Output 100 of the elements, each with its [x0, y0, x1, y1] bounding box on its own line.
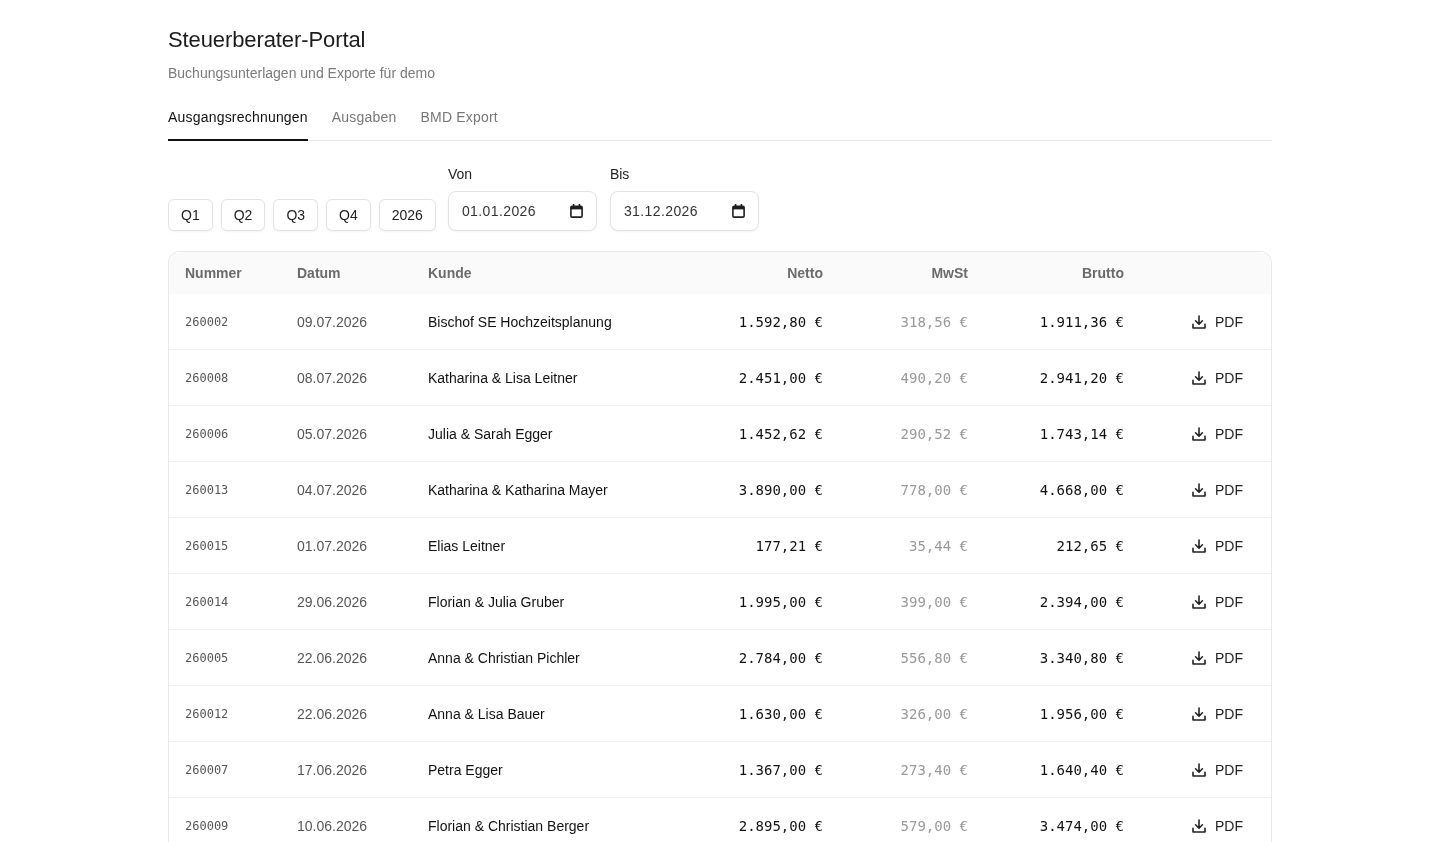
customer-name: Anna & Christian Pichler	[428, 648, 580, 668]
gross-amount: 1.911,36 €	[1039, 312, 1124, 332]
vat-amount: 273,40 €	[900, 760, 968, 780]
vat-amount: 35,44 €	[909, 536, 968, 556]
invoice-date: 17.06.2026	[297, 760, 368, 780]
customer-name: Petra Egger	[428, 760, 503, 780]
customer-name: Bischof SE Hochzeitsplanung	[428, 312, 612, 332]
net-amount: 1.630,00 €	[738, 704, 823, 724]
pdf-download-button[interactable]: PDF	[1184, 588, 1251, 615]
pdf-download-button[interactable]: PDF	[1184, 700, 1251, 727]
net-amount: 2.784,00 €	[738, 648, 823, 668]
invoice-number: 260007	[185, 761, 229, 779]
pdf-download-button[interactable]: PDF	[1184, 644, 1251, 671]
download-icon	[1192, 370, 1206, 385]
invoice-date: 22.06.2026	[297, 704, 368, 724]
column-header: Brutto	[1082, 264, 1124, 283]
invoice-date: 29.06.2026	[297, 592, 368, 612]
column-header: MwSt	[931, 264, 968, 283]
page-title: Steuerberater-Portal	[168, 26, 367, 54]
net-amount: 177,21 €	[755, 536, 823, 556]
vat-amount: 399,00 €	[900, 592, 968, 612]
customer-name: Katharina & Lisa Leitner	[428, 368, 578, 388]
gross-amount: 212,65 €	[1056, 536, 1124, 556]
invoice-date: 09.07.2026	[297, 312, 368, 332]
net-amount: 1.367,00 €	[738, 760, 823, 780]
invoice-number: 260013	[185, 481, 229, 499]
page-subtitle: Buchungsunterlagen und Exporte für demo	[168, 64, 436, 83]
gross-amount: 3.474,00 €	[1039, 816, 1124, 836]
download-icon	[1192, 706, 1206, 721]
customer-name: Julia & Sarah Egger	[428, 424, 553, 444]
pdf-download-button[interactable]: PDF	[1184, 364, 1251, 391]
net-amount: 1.592,80 €	[738, 312, 823, 332]
download-icon	[1192, 314, 1206, 329]
customer-name: Anna & Lisa Bauer	[428, 704, 545, 724]
period-button[interactable]: Q3	[273, 199, 319, 231]
gross-amount: 1.640,40 €	[1039, 760, 1124, 780]
download-icon	[1192, 482, 1206, 497]
download-icon	[1192, 818, 1206, 833]
calendar-icon[interactable]	[731, 204, 745, 218]
tab[interactable]: BMD Export	[420, 99, 498, 141]
net-amount: 3.890,00 €	[738, 480, 823, 500]
download-icon	[1192, 594, 1206, 609]
invoice-date: 04.07.2026	[297, 480, 368, 500]
period-button[interactable]: 2026	[378, 199, 436, 231]
pdf-download-button[interactable]: PDF	[1184, 812, 1251, 839]
gross-amount: 1.743,14 €	[1039, 424, 1124, 444]
period-button[interactable]: Q2	[220, 199, 266, 231]
vat-amount: 290,52 €	[900, 424, 968, 444]
customer-name: Katharina & Katharina Mayer	[428, 480, 608, 500]
invoice-number: 260005	[185, 649, 229, 667]
period-button[interactable]: Q4	[326, 199, 371, 231]
pdf-download-button[interactable]: PDF	[1184, 420, 1251, 447]
vat-amount: 490,20 €	[900, 368, 968, 388]
invoice-date: 22.06.2026	[297, 648, 368, 668]
customer-name: Florian & Julia Gruber	[428, 592, 565, 612]
pdf-download-button[interactable]: PDF	[1184, 308, 1251, 335]
invoice-number: 260014	[185, 593, 229, 611]
invoice-number: 260015	[185, 537, 229, 555]
date-label: Bis	[609, 165, 630, 184]
gross-amount: 3.340,80 €	[1039, 648, 1124, 668]
column-header: Nummer	[185, 264, 242, 283]
vat-amount: 326,00 €	[900, 704, 968, 724]
download-icon	[1192, 762, 1206, 777]
customer-name: Elias Leitner	[428, 536, 506, 556]
net-amount: 1.995,00 €	[738, 592, 823, 612]
invoice-number: 260009	[185, 817, 229, 835]
period-button[interactable]: Q1	[168, 199, 213, 231]
date-field[interactable]: 01.01.2026	[447, 191, 597, 231]
customer-name: Florian & Christian Berger	[428, 816, 590, 836]
invoice-date: 05.07.2026	[297, 424, 368, 444]
vat-amount: 318,56 €	[900, 312, 968, 332]
vat-amount: 579,00 €	[900, 816, 968, 836]
gross-amount: 2.941,20 €	[1039, 368, 1124, 388]
tab[interactable]: Ausgangsrechnungen	[168, 99, 308, 141]
gross-amount: 4.668,00 €	[1039, 480, 1124, 500]
pdf-download-button[interactable]: PDF	[1184, 476, 1251, 503]
invoice-number: 260012	[185, 705, 229, 723]
column-header: Netto	[787, 264, 823, 283]
download-icon	[1192, 538, 1206, 553]
tab[interactable]: Ausgaben	[331, 99, 397, 141]
column-header: Datum	[297, 264, 341, 283]
invoice-date: 01.07.2026	[297, 536, 368, 556]
net-amount: 1.452,62 €	[738, 424, 823, 444]
pdf-download-button[interactable]: PDF	[1184, 532, 1251, 559]
gross-amount: 2.394,00 €	[1039, 592, 1124, 612]
invoice-number: 260006	[185, 425, 229, 443]
download-icon	[1192, 426, 1206, 441]
net-amount: 2.895,00 €	[738, 816, 823, 836]
date-field[interactable]: 31.12.2026	[609, 191, 759, 231]
calendar-icon[interactable]	[569, 204, 583, 218]
download-icon	[1192, 650, 1206, 665]
net-amount: 2.451,00 €	[738, 368, 823, 388]
column-header: Kunde	[428, 264, 472, 283]
date-label: Von	[447, 165, 473, 184]
invoice-number: 260008	[185, 369, 229, 387]
vat-amount: 778,00 €	[900, 480, 968, 500]
pdf-download-button[interactable]: PDF	[1184, 756, 1251, 783]
invoice-date: 10.06.2026	[297, 816, 368, 836]
vat-amount: 556,80 €	[900, 648, 968, 668]
invoice-date: 08.07.2026	[297, 368, 368, 388]
